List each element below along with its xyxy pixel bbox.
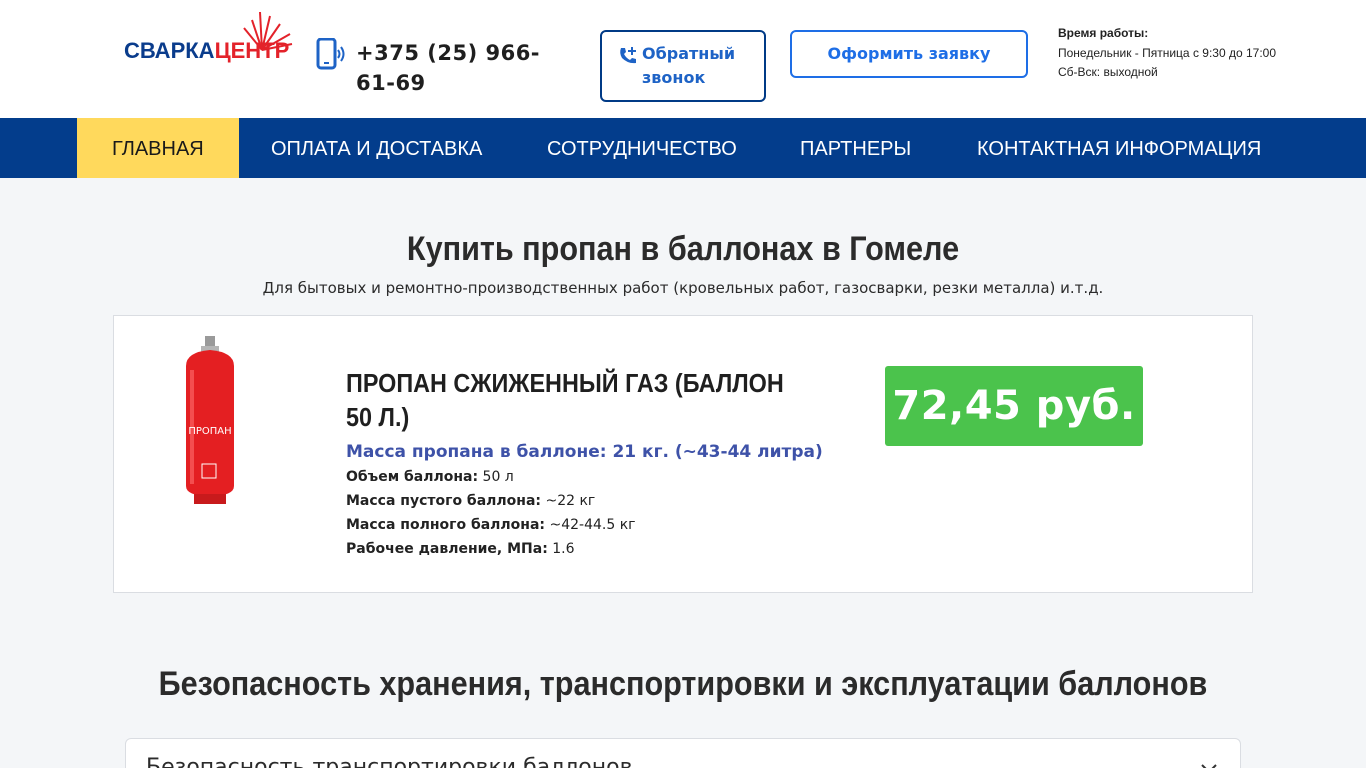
page-title: Купить пропан в баллонах в Гомеле [406,230,960,268]
spec-key: Объем баллона: [346,469,479,485]
safety-section-title: Безопасность хранения, транспортировки и… [158,665,1208,703]
spec-key: Масса полного баллона: [346,517,546,533]
logo-wordmark: СВАРКАЦЕНТР [124,38,289,63]
product-title: ПРОПАН СЖИЖЕННЫЙ ГАЗ (БАЛЛОН 50 Л.) [346,368,784,432]
main-nav: Главная Оплата и доставка Сотрудничество… [0,118,1366,178]
hours-weekend: Сб-Вск: выходной [1058,65,1158,79]
nav-item-payment-delivery[interactable]: Оплата и доставка [271,118,482,178]
nav-item-home[interactable]: Главная [77,118,239,178]
spec-value: ~22 кг [545,493,596,509]
accordion-label: Безопасность транспортировки баллонов [146,755,633,768]
phone-block[interactable]: +375 (25) 966-61-69 [316,38,576,98]
mobile-phone-icon [316,38,345,70]
site-logo[interactable]: СВАРКАЦЕНТР [124,10,294,66]
nav-item-cooperation[interactable]: Сотрудничество [547,118,737,178]
spec-key: Рабочее давление, МПа: [346,541,548,557]
hours-title: Время работы: [1058,26,1149,40]
hours-weekdays: Понедельник - Пятница с 9:30 до 17:00 [1058,45,1277,60]
spec-value: 1.6 [552,541,575,557]
chevron-down-icon [1201,764,1217,768]
nav-item-contacts[interactable]: Контактная информация [977,118,1261,178]
phone-number[interactable]: +375 (25) 966-61-69 [356,38,576,98]
spec-row: Масса пустого баллона: ~22 кг [346,489,846,513]
spec-row: Объем баллона: 50 л [346,465,846,489]
accordion-transport-safety[interactable]: Безопасность транспортировки баллонов [125,738,1241,768]
callback-button[interactable]: Обратный звонок [600,30,766,102]
spec-value: 50 л [482,469,514,485]
site-header: СВАРКАЦЕНТР +375 (25) 966-61-69 Обратный… [0,0,1366,118]
spec-row: Рабочее давление, МПа: 1.6 [346,537,846,561]
spec-row: Масса полного баллона: ~42-44.5 кг [346,513,846,537]
product-mass: Масса пропана в баллоне: 21 кг. (~43-44 … [346,442,823,462]
spec-key: Масса пустого баллона: [346,493,542,509]
spec-value: ~42-44.5 кг [549,517,636,533]
product-card: ПРОПАН ПРОПАН СЖИЖЕННЫЙ ГАЗ (БАЛЛОН 50 Л… [113,315,1253,593]
nav-item-partners[interactable]: Партнеры [800,118,911,178]
phone-plus-icon [620,47,636,64]
working-hours: Время работы: Понедельник - Пятница с 9:… [1058,24,1318,83]
propane-cylinder-image: ПРОПАН [186,336,234,504]
page-subtitle: Для бытовых и ремонтно-производственных … [262,279,1104,297]
cylinder-label: ПРОПАН [188,426,231,437]
logo-graphic: СВАРКАЦЕНТР [124,11,293,63]
order-button[interactable]: Оформить заявку [790,30,1028,78]
price-badge: 72,45 руб. [885,366,1143,446]
